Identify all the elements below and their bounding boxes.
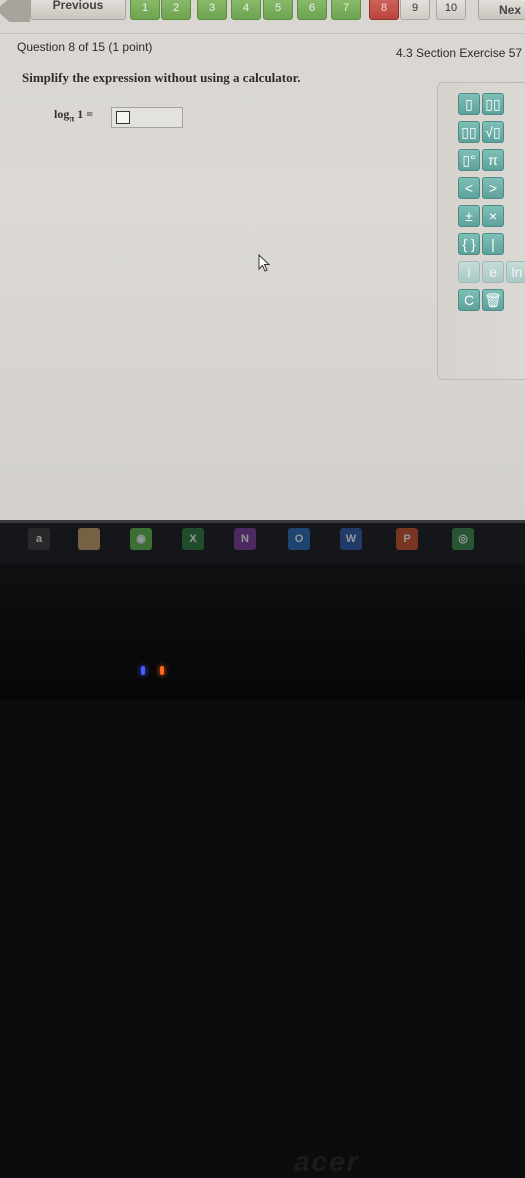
charge-led xyxy=(160,666,164,675)
chrome-icon[interactable]: ◎ xyxy=(452,528,474,550)
greater-than-key[interactable]: > xyxy=(482,177,504,199)
expression: logπ 1 = xyxy=(54,107,93,123)
previous-button[interactable]: Previous xyxy=(30,0,126,20)
powerpoint-icon[interactable]: P xyxy=(396,528,418,550)
absolute-key[interactable]: | xyxy=(482,233,504,255)
mixed-number-key[interactable]: ▯▯ xyxy=(482,93,504,115)
answer-placeholder-box xyxy=(116,111,130,124)
expr-log: log xyxy=(54,107,70,121)
expr-base: π xyxy=(69,113,75,124)
excel-icon[interactable]: X xyxy=(182,528,204,550)
answer-input[interactable] xyxy=(111,107,183,128)
degree-key[interactable]: ▯° xyxy=(458,149,480,171)
outlook-icon[interactable]: O xyxy=(288,528,310,550)
word-icon[interactable]: W xyxy=(340,528,362,550)
pi-key[interactable]: π xyxy=(482,149,504,171)
spotify-icon[interactable]: ◉ xyxy=(130,528,152,550)
question-number-3[interactable]: 3 xyxy=(197,0,227,20)
question-number-6[interactable]: 6 xyxy=(297,0,327,20)
set-braces-key[interactable]: { } xyxy=(458,233,480,255)
clear-key[interactable]: C xyxy=(458,289,480,311)
screen: Previous 1 2 3 4 5 6 7 8 9 10 Nex Question 8 of 1… xyxy=(0,0,525,520)
question-title: Question 8 of 15 (1 point) xyxy=(17,40,153,54)
fraction-key[interactable]: ▯ xyxy=(458,93,480,115)
question-number-2[interactable]: 2 xyxy=(161,0,191,20)
laptop-bezel: acer xyxy=(0,564,525,1177)
section-label: 4.3 Section Exercise 57 xyxy=(396,46,523,60)
brand-logo: acer xyxy=(294,1146,360,1177)
plus-minus-key[interactable]: ± xyxy=(458,205,480,227)
amazon-icon[interactable]: a xyxy=(28,528,50,550)
exponent-key[interactable]: ▯▯ xyxy=(458,121,480,143)
question-number-7[interactable]: 7 xyxy=(331,0,361,20)
question-navigation: Previous 1 2 3 4 5 6 7 8 9 10 Nex xyxy=(0,0,525,24)
sqrt-key[interactable]: √▯ xyxy=(482,121,504,143)
less-than-key[interactable]: < xyxy=(458,177,480,199)
imaginary-i-key[interactable]: i xyxy=(458,261,480,283)
question-number-1[interactable]: 1 xyxy=(130,0,160,20)
trash-key[interactable]: 🗑 xyxy=(482,289,504,311)
divider xyxy=(0,33,525,34)
question-number-9[interactable]: 9 xyxy=(400,0,430,20)
power-led xyxy=(141,666,145,675)
ln-key[interactable]: ln xyxy=(506,261,525,283)
question-number-10[interactable]: 10 xyxy=(436,0,466,20)
finder-icon[interactable] xyxy=(78,528,100,550)
times-key[interactable]: × xyxy=(482,205,504,227)
expr-rest: 1 = xyxy=(77,107,94,121)
taskbar-edge xyxy=(0,520,525,523)
question-number-5[interactable]: 5 xyxy=(263,0,293,20)
back-arrow-icon[interactable] xyxy=(0,0,30,22)
onenote-icon[interactable]: N xyxy=(234,528,256,550)
question-number-8[interactable]: 8 xyxy=(369,0,399,20)
question-number-4[interactable]: 4 xyxy=(231,0,261,20)
e-key[interactable]: e xyxy=(482,261,504,283)
next-button[interactable]: Nex xyxy=(478,0,525,20)
mouse-cursor-icon xyxy=(258,254,271,272)
instruction-text: Simplify the expression without using a … xyxy=(22,70,301,85)
math-palette: ▯ ▯▯ ▯▯ √▯ ▯° π < > ± ×{ } | i e ln C 🗑 xyxy=(437,82,525,380)
